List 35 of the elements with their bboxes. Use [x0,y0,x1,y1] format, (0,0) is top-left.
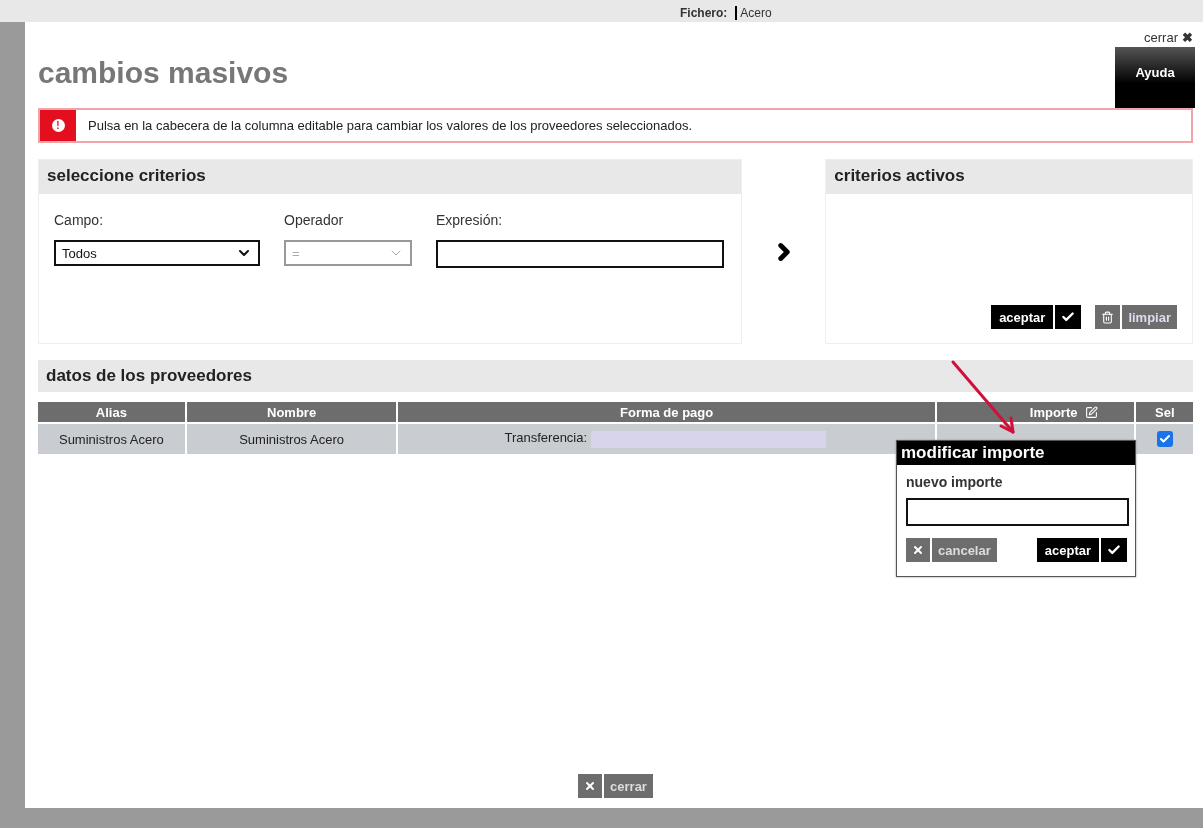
field-label: Campo: [54,212,105,228]
select-field[interactable]: Todos [54,240,260,266]
check-icon [1158,432,1171,445]
column-header: Nombre [186,402,397,424]
field-label: Expresión: [436,212,504,228]
account-field[interactable] [591,430,827,448]
field-label: nuevo importe [906,474,1004,490]
alert-message: Pulsa en la cabecera de la columna editable para cambiar los valores de los proveedores seleccionados. [88,118,693,133]
edit-icon[interactable] [1085,405,1099,419]
close-link[interactable]: cerrar ✖ [1144,30,1193,45]
column-header[interactable]: Importe [936,402,1135,424]
check-icon [1107,543,1121,557]
column-header: Forma de pago [398,402,935,424]
trash-icon [1101,310,1115,324]
column-header: Alias [38,402,185,424]
payment-label: Transferencia: [504,430,588,446]
expression-field[interactable] [436,240,724,268]
field-label: Operador [284,212,345,228]
dialog-title: cambios masivos [38,56,289,90]
alert-icon: ! [51,119,65,132]
close-icon [912,544,924,556]
popup-title: modificar importe [897,441,1135,465]
panel-title: criterios activos [826,160,1192,194]
close-icon [584,780,597,792]
table-cell: Suministros Acero [186,424,397,454]
amount-field[interactable] [906,498,1129,526]
help-button[interactable]: Ayuda [1115,47,1195,108]
check-icon [1061,310,1076,324]
column-header: Sel [1136,402,1193,424]
panel-title: seleccione criterios [39,160,742,194]
select-checkbox[interactable] [1156,430,1173,447]
file-label: Fichero: [680,6,728,20]
file-value: Acero [735,6,772,20]
section-title: datos de los proveedores [38,360,1193,392]
table-cell: Suministros Acero [38,424,185,454]
